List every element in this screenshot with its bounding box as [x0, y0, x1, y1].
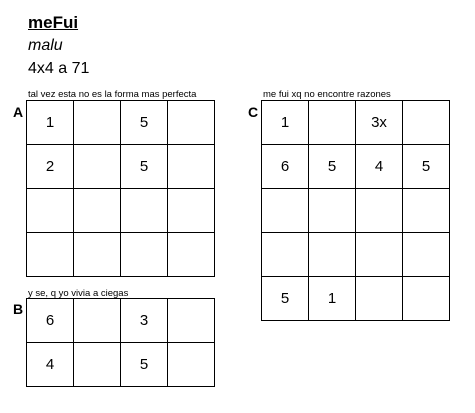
grid-c-cell — [403, 277, 450, 321]
grid-c-cell — [403, 233, 450, 277]
grid-b-cell: 4 — [27, 343, 74, 387]
grid-a-cell — [74, 189, 121, 233]
grid-c-cell: 4 — [356, 145, 403, 189]
grid-c-cell — [309, 233, 356, 277]
grid-c-cell — [356, 189, 403, 233]
grid-b-cell — [74, 299, 121, 343]
grid-c-cell — [403, 101, 450, 145]
grid-a-caption: tal vez esta no es la forma mas perfecta — [28, 89, 197, 100]
grid-b-cell: 6 — [27, 299, 74, 343]
grid-b-cell: 5 — [121, 343, 168, 387]
grid-a-cell — [168, 233, 215, 277]
page-subtitle: 4x4 a 71 — [28, 60, 90, 77]
grid-a-cell: 1 — [27, 101, 74, 145]
grid-c-cell: 1 — [309, 277, 356, 321]
grid-a: 1525 — [26, 100, 215, 277]
grid-b-cell — [168, 299, 215, 343]
page-title: meFui — [28, 13, 79, 32]
grid-a-cell — [168, 145, 215, 189]
grid-a-cell — [27, 233, 74, 277]
author-name: malu — [28, 37, 63, 54]
grid-a-cell — [121, 189, 168, 233]
grid-a-cell — [168, 189, 215, 233]
grid-c-label: C — [248, 104, 259, 120]
grid-c-cell — [309, 189, 356, 233]
grid-b: 6 3 4 5 — [26, 298, 215, 387]
grid-c-cell — [309, 101, 356, 145]
grid-a-cell: 5 — [121, 101, 168, 145]
grid-c-cell: 5 — [262, 277, 309, 321]
grid-a-cell — [74, 233, 121, 277]
grid-c-cell — [356, 233, 403, 277]
grid-a-cell — [74, 101, 121, 145]
grid-c-cell — [262, 189, 309, 233]
grid-c-cell: 1 — [262, 101, 309, 145]
grid-b-cell — [74, 343, 121, 387]
grid-c-cell — [262, 233, 309, 277]
grid-a-cell — [74, 145, 121, 189]
grid-c-cell: 5 — [403, 145, 450, 189]
grid-c-cell — [356, 277, 403, 321]
grid-a-cell: 2 — [27, 145, 74, 189]
grid-c-cell: 3x — [356, 101, 403, 145]
grid-b-cell — [168, 343, 215, 387]
grid-c-caption: me fui xq no encontre razones — [263, 89, 391, 100]
grid-b-label: B — [13, 301, 24, 317]
grid-c-cell: 6 — [262, 145, 309, 189]
grid-c-cell — [403, 189, 450, 233]
grid-a-cell — [168, 101, 215, 145]
grid-a-label: A — [13, 104, 24, 120]
grid-c-cell: 5 — [309, 145, 356, 189]
grid-a-cell: 5 — [121, 145, 168, 189]
grid-a-cell — [27, 189, 74, 233]
grid-a-cell — [121, 233, 168, 277]
grid-b-cell: 3 — [121, 299, 168, 343]
grid-c: 1 3x 6 5 4 5 5 1 — [261, 100, 450, 321]
